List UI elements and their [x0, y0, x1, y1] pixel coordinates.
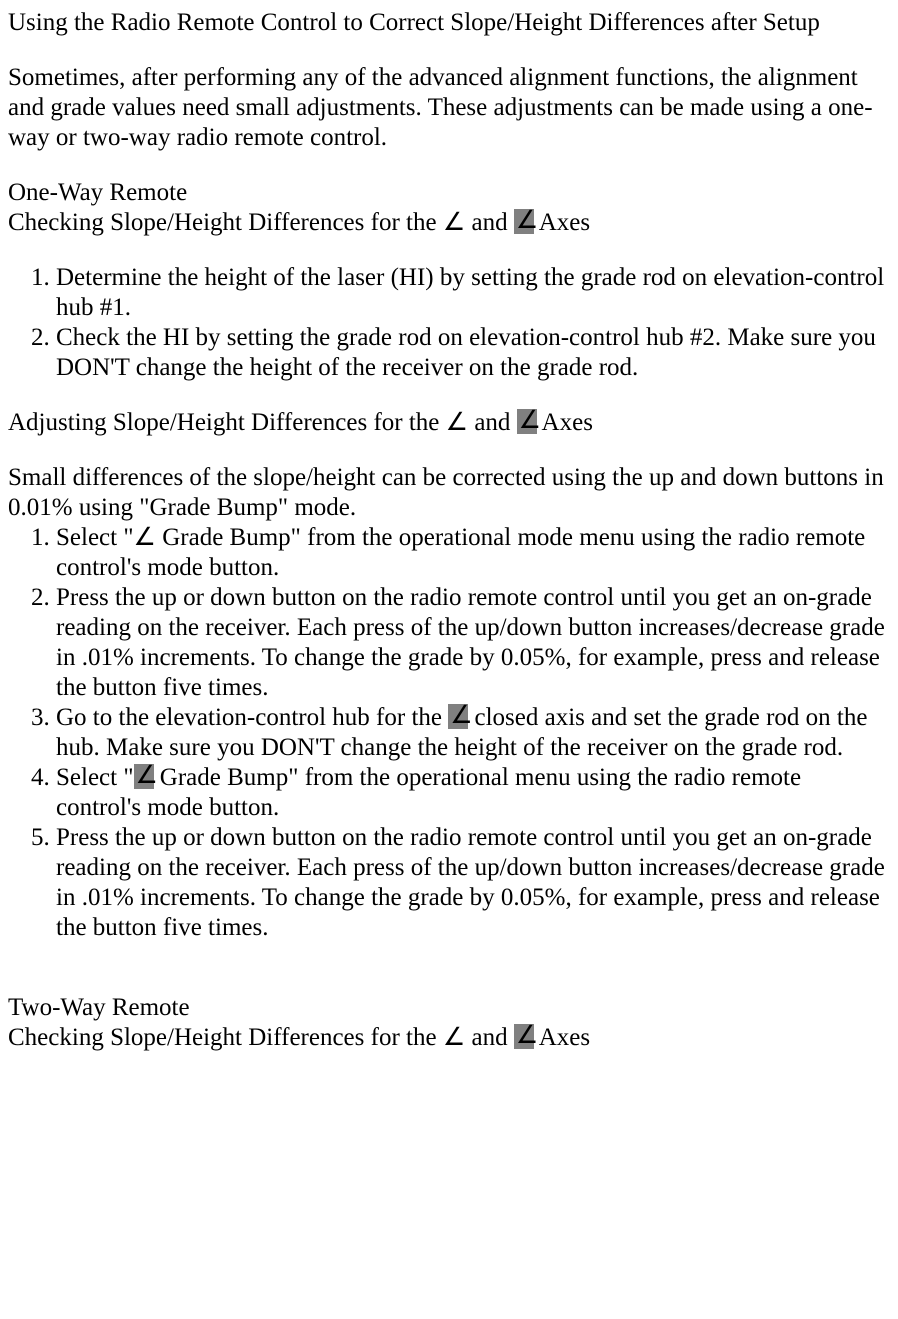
checking-subheading: Checking Slope/Height Differences for th…: [8, 208, 888, 238]
text: and: [465, 209, 514, 236]
checking-steps-list: Determine the height of the laser (HI) b…: [8, 263, 888, 383]
text: Select ": [56, 524, 134, 551]
adjusting-subheading: Adjusting Slope/Height Differences for t…: [8, 408, 888, 438]
one-way-heading: One-Way Remote: [8, 178, 888, 208]
list-item: Select "∠ Grade Bump" from the operation…: [56, 523, 888, 583]
angle-open-icon: ∠: [443, 209, 465, 236]
two-way-heading: Two-Way Remote: [8, 993, 888, 1023]
text: Select ": [56, 764, 134, 791]
list-item: Go to the elevation-control hub for the …: [56, 703, 888, 763]
angle-open-icon: ∠: [446, 409, 468, 436]
angle-open-icon: ∠: [134, 524, 156, 551]
text: Grade Bump" from the operational mode me…: [56, 524, 865, 581]
text: Grade Bump" from the operational menu us…: [56, 764, 801, 821]
list-item: Press the up or down button on the radio…: [56, 583, 888, 703]
text: and: [465, 1024, 514, 1051]
adjusting-intro: Small differences of the slope/height ca…: [8, 463, 888, 523]
text: and: [468, 409, 517, 436]
angle-closed-icon: [514, 209, 534, 234]
text: Axes: [537, 409, 593, 436]
two-way-checking-subheading: Checking Slope/Height Differences for th…: [8, 1023, 888, 1053]
text: Adjusting Slope/Height Differences for t…: [8, 409, 446, 436]
angle-closed-icon: [514, 1024, 534, 1049]
adjusting-steps-list: Select "∠ Grade Bump" from the operation…: [8, 523, 888, 943]
list-item: Check the HI by setting the grade rod on…: [56, 323, 888, 383]
list-item: Determine the height of the laser (HI) b…: [56, 263, 888, 323]
text: Checking Slope/Height Differences for th…: [8, 1024, 443, 1051]
text: Axes: [534, 209, 590, 236]
angle-closed-icon: [134, 764, 154, 789]
angle-closed-icon: [517, 409, 537, 434]
list-item: Select " Grade Bump" from the operationa…: [56, 763, 888, 823]
text: Axes: [534, 1024, 590, 1051]
text: Go to the elevation-control hub for the: [56, 704, 448, 731]
list-item: Press the up or down button on the radio…: [56, 823, 888, 943]
page-title: Using the Radio Remote Control to Correc…: [8, 8, 888, 38]
intro-paragraph: Sometimes, after performing any of the a…: [8, 63, 888, 153]
text: Checking Slope/Height Differences for th…: [8, 209, 443, 236]
angle-closed-icon: [448, 704, 468, 729]
angle-open-icon: ∠: [443, 1024, 465, 1051]
